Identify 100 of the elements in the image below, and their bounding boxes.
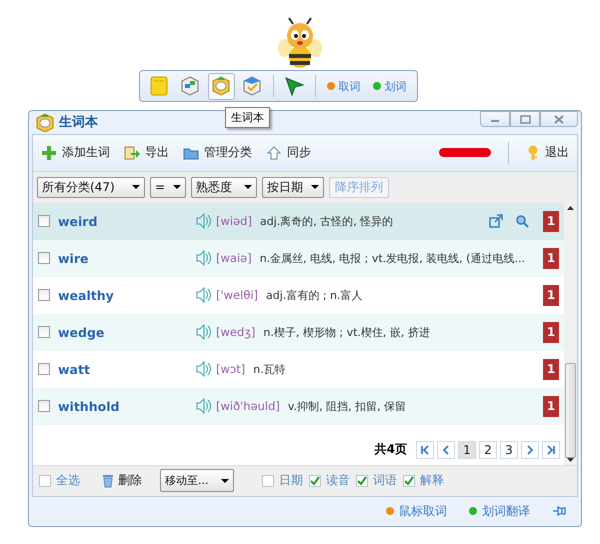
trash-icon (102, 473, 114, 488)
minimize-button[interactable] (480, 111, 510, 127)
word-row[interactable]: wire [waiə] n.金属丝, 电线, 电报 ; vt.发电报, 装电线, (通过电线... 1 (33, 240, 564, 277)
caret-icon (311, 185, 319, 190)
checkmark-icon (310, 476, 320, 486)
dropdown[interactable]: 所有分类(47) (37, 176, 145, 198)
dropdown[interactable]: 熟悉度 (191, 176, 257, 198)
close-icon (553, 114, 565, 124)
definition-text: n.瓦特 (253, 362, 287, 377)
last-page-button[interactable] (542, 440, 560, 459)
definition-text: v.抑制, 阻挡, 扣留, 保留 (288, 398, 408, 414)
window-title: 生词本 (59, 114, 98, 132)
page-button[interactable]: 2 (479, 440, 497, 459)
cursor-icon (283, 75, 305, 97)
pin-icon (552, 504, 566, 518)
speaker-icon[interactable] (196, 250, 213, 266)
caret-icon (132, 185, 140, 190)
speaker-icon[interactable] (196, 361, 213, 378)
word-text: wire (58, 250, 90, 266)
scrollbar-thumb[interactable] (565, 362, 576, 458)
level-tag: 1 (543, 396, 559, 417)
checkbox[interactable] (38, 215, 50, 228)
word-row[interactable]: wedge [wedʒ] n.楔子, 楔形物 ; vt.楔住, 嵌, 挤进 1 (33, 314, 564, 351)
checkmark-icon (404, 476, 414, 486)
scrollbar[interactable] (564, 202, 577, 465)
first-page-button[interactable] (416, 440, 434, 459)
speaker-icon[interactable] (196, 398, 213, 414)
previous-page-icon (441, 444, 451, 455)
previous-page-button[interactable] (437, 440, 455, 459)
checkbox[interactable] (38, 400, 50, 412)
definition-text: n.楔子, 楔形物 ; vt.楔住, 嵌, 挤进 (263, 324, 431, 340)
next-page-icon (525, 444, 535, 455)
key-icon (526, 144, 540, 161)
external-link-icon[interactable] (489, 214, 503, 228)
definition-text: adj.富有的 ; n.富人 (266, 288, 364, 303)
toolbar-action[interactable]: 同步 (266, 144, 311, 162)
checkmark-icon (357, 476, 367, 486)
word-text: withhold (58, 398, 120, 414)
page-button[interactable]: 1 (458, 440, 476, 459)
checkbox[interactable] (38, 326, 50, 338)
close-button[interactable] (540, 111, 578, 127)
upload-arrow-icon (266, 144, 282, 161)
level-tag: 1 (543, 358, 559, 380)
word-text: wealthy (58, 288, 115, 303)
caret-icon (173, 185, 181, 190)
dropdown[interactable]: 按日期 (262, 176, 324, 198)
status-link[interactable]: 划词翻译 (482, 502, 530, 520)
note-icon (148, 75, 170, 97)
delete-button[interactable]: 删除 (96, 471, 148, 490)
caret-icon (221, 478, 229, 483)
wordbook-icon (210, 75, 232, 97)
toolbar-action[interactable]: 管理分类 (183, 144, 252, 162)
phonetic-text: [waiə] (216, 251, 252, 266)
toggle-link[interactable]: 取词 (338, 78, 360, 94)
logout-button[interactable]: 退出 (526, 144, 569, 162)
maximize-icon (519, 114, 531, 124)
first-page-icon (420, 444, 430, 455)
level-tag: 1 (543, 248, 559, 269)
speaker-icon[interactable] (196, 287, 213, 304)
word-text: weird (58, 214, 98, 229)
phonetic-text: [wið'həuld] (216, 399, 280, 414)
checklist-icon (241, 75, 263, 97)
phonetic-text: ['welθi] (216, 288, 258, 302)
phonetic-text: [wɔt] (216, 362, 246, 376)
level-tag: 1 (543, 284, 559, 306)
phonetic-text: [wedʒ] (216, 325, 256, 340)
redaction-mark (439, 148, 491, 158)
word-row[interactable]: withhold [wið'həuld] v.抑制, 阻挡, 扣留, 保留 1 (33, 388, 564, 425)
word-row[interactable]: weird [wiəd] adj.离奇的, 古怪的, 怪异的 1 (33, 202, 564, 240)
toolbar-action[interactable]: 添加生词 (41, 144, 110, 162)
checkbox[interactable] (38, 252, 50, 264)
checkbox[interactable] (38, 363, 50, 376)
definition-text: adj.离奇的, 古怪的, 怪异的 (260, 214, 394, 229)
last-page-icon (546, 444, 556, 455)
toolbar-action[interactable]: 导出 (124, 144, 169, 162)
word-text: watt (58, 362, 91, 377)
scroll-up-icon (567, 206, 574, 210)
definition-text: n.金属丝, 电线, 电报 ; vt.发电报, 装电线, (通过电线... (260, 250, 526, 266)
level-tag: 1 (543, 210, 559, 232)
caret-icon (244, 185, 252, 190)
dropdown[interactable]: = (150, 176, 186, 198)
toolbar-button[interactable] (208, 72, 234, 100)
status-link[interactable]: 鼠标取词 (399, 502, 447, 520)
search-icon[interactable] (515, 214, 529, 228)
checkbox[interactable] (38, 289, 50, 302)
speaker-icon[interactable] (196, 324, 213, 340)
translate-icon (179, 75, 201, 97)
tooltip: 生词本 (225, 107, 270, 128)
page-count: 共4页 (374, 441, 407, 458)
speaker-icon[interactable] (196, 213, 213, 230)
phonetic-text: [wiəd] (216, 214, 252, 228)
move-to-dropdown[interactable]: 移动至... (160, 469, 234, 492)
toggle-link[interactable]: 划词 (384, 78, 406, 94)
bee-mascot-drawing (277, 16, 323, 70)
word-text: wedge (58, 324, 106, 340)
level-tag: 1 (543, 322, 559, 343)
page-button[interactable]: 3 (500, 440, 518, 459)
export-icon (124, 144, 140, 161)
next-page-button[interactable] (521, 440, 539, 459)
maximize-button[interactable] (510, 111, 540, 127)
